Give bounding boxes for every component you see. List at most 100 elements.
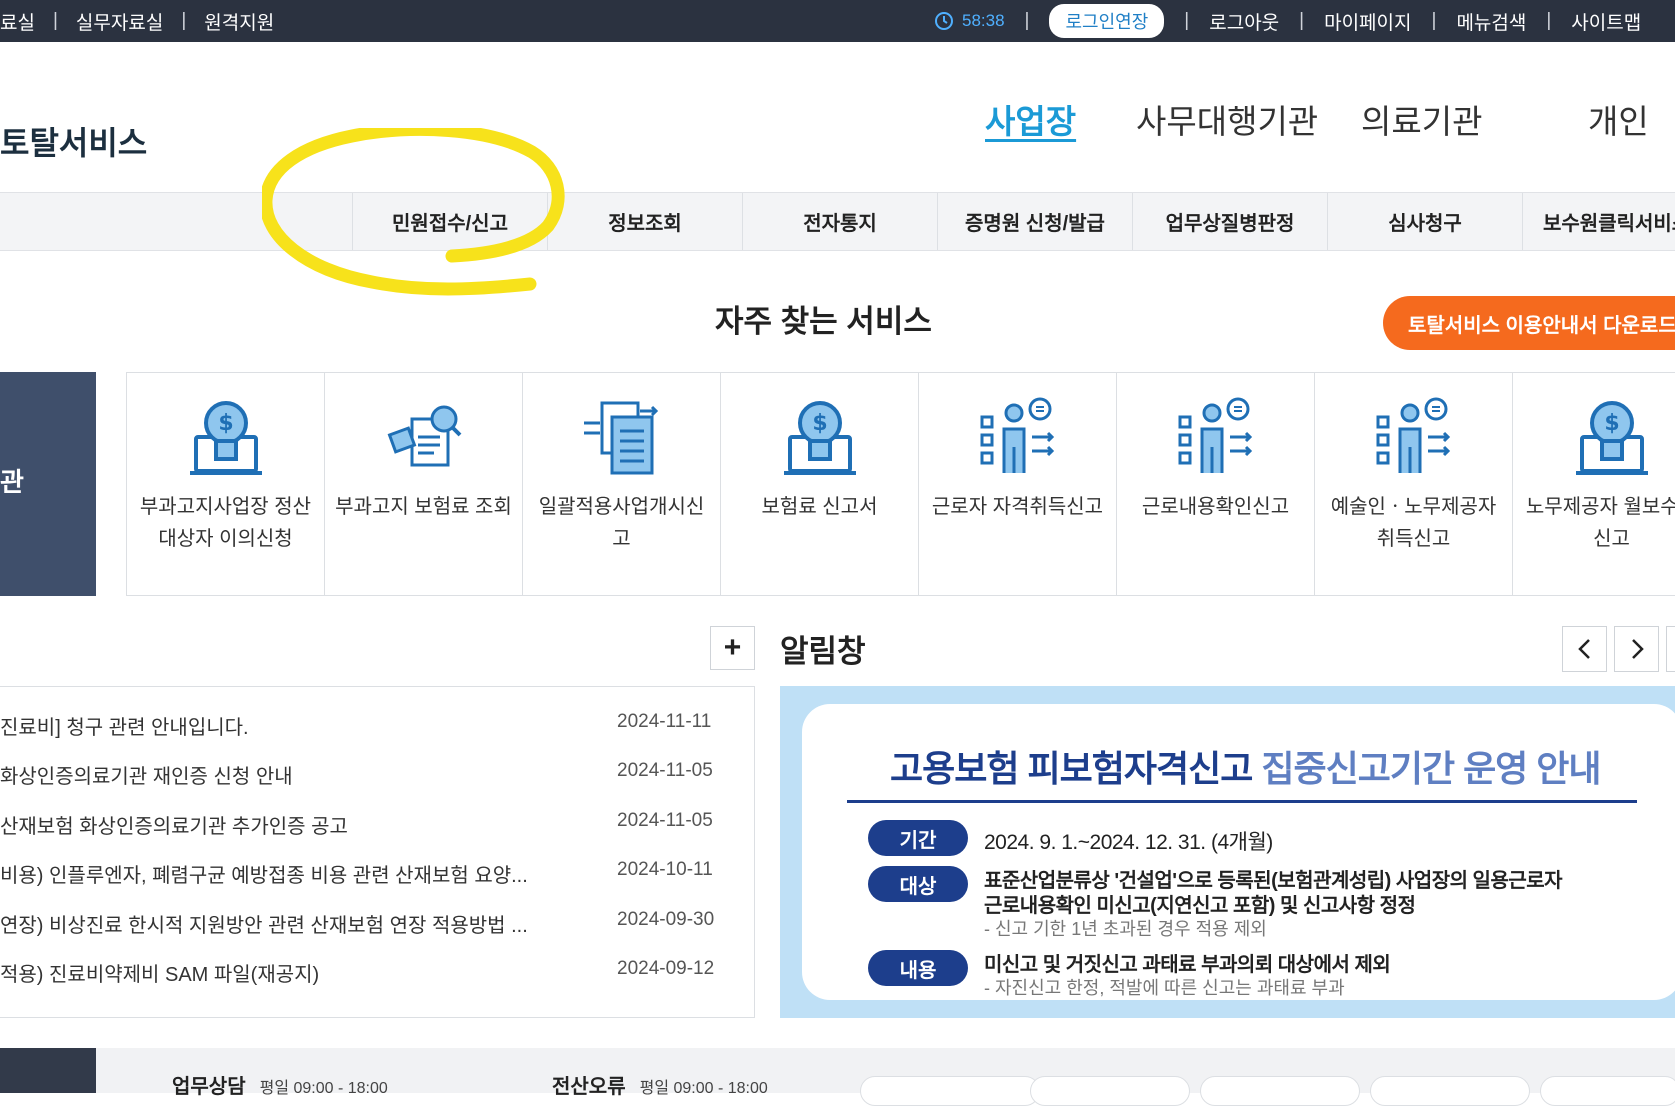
notice-date: 2024-09-30: [617, 909, 715, 930]
banner-title: 고용보험 피보험자격신고 집중신고기간 운영 안내: [890, 740, 1602, 792]
banner-prev-button[interactable]: [1562, 626, 1607, 672]
banner-next-button[interactable]: [1614, 626, 1659, 672]
svg-text:$: $: [218, 411, 233, 436]
nav-pay-one-click[interactable]: 보수원클릭서비스: [1522, 193, 1675, 250]
notice-date: 2024-09-12: [617, 958, 715, 979]
money-laptop-icon: $: [190, 401, 262, 475]
notice-title[interactable]: 연장) 비상진료 한시적 지원방안 관련 산재보험 연장 적용방법 ...: [0, 909, 570, 938]
notice-row[interactable]: 적용) 진료비약제비 SAM 파일(재공지) 2024-09-12: [0, 958, 755, 988]
quick-link-pill[interactable]: [1370, 1076, 1530, 1106]
tab-individual[interactable]: 개인: [1588, 95, 1649, 143]
worker-report-icon: [1178, 397, 1253, 473]
notice-date: 2024-11-05: [617, 760, 713, 781]
service-item[interactable]: 근로내용확인신고: [1117, 373, 1315, 595]
chevron-left-icon: [1577, 639, 1590, 659]
tab-workplace[interactable]: 사업장: [985, 95, 1076, 143]
tab-medical[interactable]: 의료기관: [1361, 95, 1482, 143]
notice-more-button[interactable]: +: [710, 626, 755, 670]
tab-agency[interactable]: 사무대행기관: [1136, 95, 1318, 143]
contact-error-hours: 평일 09:00 - 18:00: [639, 1080, 768, 1097]
content-note: - 자진신고 한정, 적발에 따른 신고는 과태료 부과: [984, 978, 1345, 998]
user-type-tabs: 사업장 사무대행기관 의료기관 개인: [0, 95, 1675, 145]
separator: |: [1299, 10, 1305, 31]
nav-e-notice[interactable]: 전자통지: [742, 193, 937, 250]
nav-disease-judgment[interactable]: 업무상질병판정: [1132, 193, 1327, 250]
quick-link-pill[interactable]: [1200, 1076, 1360, 1106]
contact-consult-hours: 평일 09:00 - 18:00: [259, 1080, 388, 1097]
notice-date: 2024-11-11: [617, 711, 712, 732]
notice-title[interactable]: 적용) 진료비약제비 SAM 파일(재공지): [0, 958, 570, 987]
link-remote-support[interactable]: 원격지원: [204, 8, 274, 35]
period-text: 2024. 9. 1.~2024. 12. 31. (4개월): [984, 831, 1273, 854]
service-item[interactable]: 예술인ㆍ노무제공자 취득신고: [1315, 373, 1513, 595]
banner-title-sub: 집중신고기간 운영 안내: [1261, 748, 1601, 789]
nav-certificate[interactable]: 증명원 신청/발급: [937, 193, 1132, 250]
separator: |: [1024, 10, 1030, 31]
alarm-title: 알림창: [780, 634, 866, 669]
service-label: 근로내용확인신고: [1141, 496, 1290, 518]
separator: |: [181, 10, 187, 31]
guide-download-button[interactable]: 토탈서비스 이용안내서 다운로드: [1383, 296, 1675, 350]
service-item[interactable]: $ 부과고지사업장 정산대상자 이의신청: [127, 373, 325, 595]
document-transfer-icon: [584, 401, 659, 475]
notice-row[interactable]: 산재보험 화상인증의료기관 추가인증 공고 2024-11-05: [0, 810, 755, 840]
notice-list: 진료비] 청구 관련 안내입니다. 2024-11-11 화상인증의료기관 재인…: [0, 686, 755, 1018]
separator: |: [1431, 10, 1437, 31]
nav-review-claim[interactable]: 심사청구: [1327, 193, 1522, 250]
notice-title[interactable]: 비용) 인플루엔자, 폐렴구균 예방접종 비용 관련 산재보험 요양...: [0, 859, 570, 888]
banner-card: 고용보험 피보험자격신고 집중신고기간 운영 안내 기간 2024. 9. 1.…: [802, 704, 1675, 1000]
mypage-link[interactable]: 마이페이지: [1324, 8, 1411, 35]
document-search-icon: [387, 405, 462, 467]
service-label: 부과고지 보험료 조회: [335, 496, 512, 518]
banner-pause-button[interactable]: [1666, 626, 1675, 672]
logout-link[interactable]: 로그아웃: [1209, 8, 1279, 35]
quick-link-pill[interactable]: [1030, 1076, 1190, 1106]
extend-login-button[interactable]: 로그인연장: [1049, 4, 1165, 38]
notice-row[interactable]: 비용) 인플루엔자, 폐렴구균 예방접종 비용 관련 산재보험 요양... 20…: [0, 859, 755, 889]
service-label: 근로자 자격취득신고: [931, 496, 1104, 518]
favorites-title: 자주 찾는 서비스: [715, 304, 932, 339]
worker-report-icon: [1376, 397, 1451, 473]
contact-error: 전산오류 평일 09:00 - 18:00: [552, 1070, 768, 1099]
separator: |: [1546, 10, 1552, 31]
nav-info-inquiry[interactable]: 정보조회: [547, 193, 742, 250]
notice-title[interactable]: 진료비] 청구 관련 안내입니다.: [0, 711, 570, 740]
banner-title-main: 고용보험 피보험자격신고: [890, 748, 1253, 789]
notice-row[interactable]: 화상인증의료기관 재인증 신청 안내 2024-11-05: [0, 760, 755, 790]
service-item[interactable]: $ 노무제공자 월보수액 신고: [1513, 373, 1675, 595]
side-banner[interactable]: 관: [0, 372, 96, 596]
money-laptop-icon: $: [784, 401, 856, 475]
separator: |: [52, 10, 58, 31]
sitemap-link[interactable]: 사이트맵: [1571, 8, 1641, 35]
service-item[interactable]: 부과고지 보험료 조회: [325, 373, 523, 595]
quick-link-pill[interactable]: [1540, 1076, 1675, 1106]
link-practical-data-room[interactable]: 실무자료실: [76, 8, 163, 35]
menu-search-link[interactable]: 메뉴검색: [1456, 8, 1526, 35]
favorite-services: $ 부과고지사업장 정산대상자 이의신청 부과고지 보험료 조회 일괄적용사업개…: [126, 372, 1675, 596]
svg-text:$: $: [812, 411, 827, 436]
content-tag: 내용: [868, 950, 968, 986]
banner-divider: [847, 800, 1637, 803]
target-note: - 신고 기한 1년 초과된 경우 적용 제외: [984, 919, 1267, 939]
quick-link-pill[interactable]: [860, 1076, 1040, 1106]
main-navigation: 민원접수/신고 정보조회 전자통지 증명원 신청/발급 업무상질병판정 심사청구…: [0, 192, 1675, 251]
service-item[interactable]: $ 보험료 신고서: [721, 373, 919, 595]
notice-row[interactable]: 연장) 비상진료 한시적 지원방안 관련 산재보험 연장 적용방법 ... 20…: [0, 909, 755, 939]
content-line: 미신고 및 거짓신고 과태료 부과의뢰 대상에서 제외: [984, 954, 1391, 976]
alarm-banner[interactable]: 고용보험 피보험자격신고 집중신고기간 운영 안내 기간 2024. 9. 1.…: [780, 686, 1675, 1018]
nav-civil-report[interactable]: 민원접수/신고: [352, 193, 547, 250]
utility-links-right: 58:38 | 로그인연장 | 로그아웃 | 마이페이지 | 메뉴검색 | 사이…: [934, 0, 1641, 42]
link-data-room[interactable]: 료실: [0, 8, 35, 35]
notice-title[interactable]: 산재보험 화상인증의료기관 추가인증 공고: [0, 810, 570, 839]
top-utility-bar: 료실 | 실무자료실 | 원격지원 58:38 | 로그인연장 | 로그아웃 |…: [0, 0, 1675, 42]
service-item[interactable]: 일괄적용사업개시신고: [523, 373, 721, 595]
service-label: 노무제공자 월보수액 신고: [1525, 496, 1675, 550]
notice-title[interactable]: 화상인증의료기관 재인증 신청 안내: [0, 760, 570, 789]
service-item[interactable]: 근로자 자격취득신고: [919, 373, 1117, 595]
contact-error-label: 전산오류: [552, 1076, 626, 1098]
side-banner-label: 관: [0, 467, 24, 497]
separator: |: [1184, 10, 1190, 31]
target-line2: 근로내용확인 미신고(지연신고 포함) 및 신고사항 정정: [984, 895, 1416, 917]
worker-report-icon: [980, 397, 1055, 473]
notice-row[interactable]: 진료비] 청구 관련 안내입니다. 2024-11-11: [0, 711, 755, 741]
